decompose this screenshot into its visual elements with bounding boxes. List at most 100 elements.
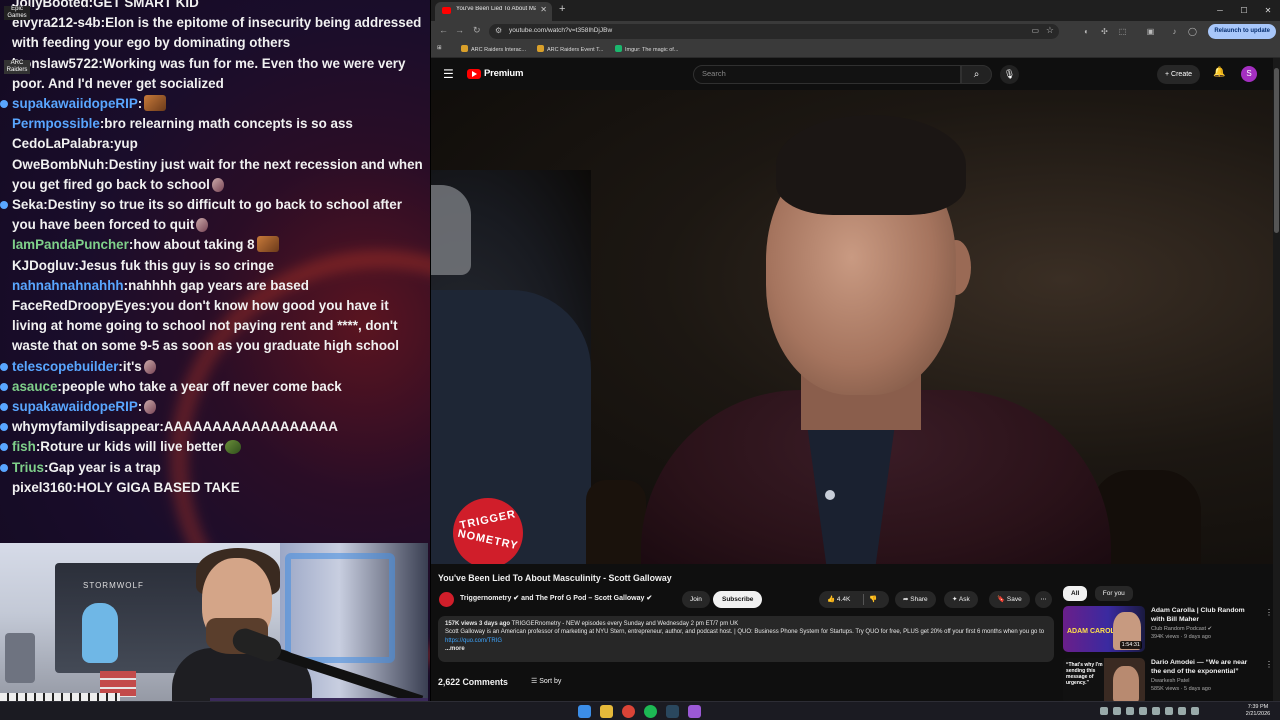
search-input[interactable] [702, 69, 902, 78]
channel-name[interactable]: Triggernometry ✔ and The Prof G Pod – Sc… [460, 594, 652, 602]
media-icon[interactable]: ♪ [1169, 26, 1180, 37]
sort-by-button[interactable]: ☰ Sort by [531, 677, 561, 685]
recommendation-item[interactable]: ADAM CAROLLA 1:54:31 Adam Carolla | Club… [1063, 606, 1273, 656]
recommendation-channel[interactable]: Dwarkesh Patel [1151, 678, 1190, 684]
close-tab-icon[interactable]: ✕ [540, 5, 547, 14]
save-button[interactable]: 🔖 Save [989, 591, 1030, 608]
minimize-icon[interactable]: ─ [1208, 0, 1232, 21]
apps-grid-icon[interactable]: ⊞ [437, 45, 442, 51]
forward-icon[interactable]: → [455, 25, 464, 35]
address-bar[interactable]: ⚙ youtube.com/watch?v=t358IhDjJBw ▭ ☆ [489, 24, 1059, 39]
chat-username[interactable]: OweBombNuh [12, 157, 104, 172]
chat-username[interactable]: IamPandaPuncher [12, 237, 129, 252]
chrome-icon[interactable] [622, 705, 635, 718]
chat-username[interactable]: supakawaiidopeRIP [12, 399, 138, 414]
recommendation-thumbnail[interactable]: ADAM CAROLLA 1:54:31 [1063, 606, 1145, 652]
extensions-puzzle-icon[interactable]: ⬚ [1117, 26, 1128, 37]
reload-icon[interactable]: ↻ [473, 25, 481, 36]
youtube-favicon-icon [442, 7, 451, 14]
channel-avatar[interactable] [439, 592, 454, 607]
profile-icon[interactable]: ◯ [1187, 26, 1198, 37]
app-icon[interactable] [688, 705, 701, 718]
recommendation-thumbnail[interactable]: “That's why I'm sending this message of … [1063, 658, 1145, 701]
chat-username[interactable]: fish [12, 439, 36, 454]
account-avatar[interactable]: S [1241, 66, 1257, 82]
like-button[interactable]: 👍 4.4K [827, 596, 850, 603]
more-actions-icon[interactable]: ⋯ [1035, 591, 1052, 608]
epic-games-icon[interactable]: Epic Games [4, 6, 30, 20]
chip-all[interactable]: All [1063, 586, 1088, 601]
chat-username[interactable]: telescopebuilder [12, 359, 118, 374]
tab-youtube[interactable]: You've Been Lied To About Mas... ✕ [435, 2, 552, 21]
description-body: Scott Galloway is an American professor … [445, 629, 1045, 636]
chat-username[interactable]: pixel3160 [12, 480, 72, 495]
more-options-icon[interactable]: ⋮ [1265, 608, 1273, 617]
join-button[interactable]: Join [682, 591, 710, 608]
arc-raiders-icon[interactable]: ARC Raiders [4, 60, 30, 74]
split-view-icon[interactable]: ▣ [1145, 26, 1156, 37]
clock-date: 2/21/2026 [1245, 711, 1271, 717]
chat-username[interactable]: CedoLaPalabra [12, 136, 110, 151]
chat-username[interactable]: Seka [12, 197, 43, 212]
chat-username[interactable]: whymyfamilydisappear [12, 419, 159, 434]
notifications-bell-icon[interactable]: 🔔 [1213, 67, 1225, 78]
windows-start-icon[interactable] [578, 705, 591, 718]
extension-icon[interactable]: ◐ [1081, 26, 1092, 37]
bookmark-star-icon[interactable]: ☆ [1046, 25, 1054, 36]
scrollbar-thumb[interactable] [1274, 68, 1279, 233]
wifi-icon[interactable] [1165, 707, 1173, 715]
search-button[interactable]: ⌕ [961, 65, 992, 84]
subscribe-button[interactable]: Subscribe [713, 591, 763, 608]
create-label: Create [1171, 71, 1193, 78]
tray-icon[interactable] [1113, 707, 1121, 715]
steam-icon[interactable] [666, 705, 679, 718]
dislike-button[interactable]: 👎 [869, 591, 877, 608]
system-clock[interactable]: 7:39 PM 2/21/2026 [1240, 704, 1276, 718]
chat-text: Roture ur kids will live better [40, 439, 224, 455]
show-more-link[interactable]: ...more [445, 645, 1047, 653]
video-player[interactable]: TRIGGER NOMETRY [431, 90, 1273, 564]
youtube-premium-logo[interactable]: Premium [467, 68, 523, 79]
emote-icon [256, 236, 279, 253]
maximize-icon[interactable]: ☐ [1232, 0, 1256, 21]
extension-2-icon[interactable]: ✣ [1099, 26, 1110, 37]
install-icon[interactable]: ▭ [1031, 26, 1039, 35]
bookmark-item[interactable]: ARC Raiders Interac... [461, 45, 526, 53]
tray-icon[interactable] [1126, 707, 1134, 715]
chip-for-you[interactable]: For you [1094, 586, 1133, 601]
voice-search-button[interactable]: 🎙 [1000, 65, 1019, 84]
chat-username[interactable]: FaceRedDroopyEyes [12, 298, 146, 313]
video-description[interactable]: 157K views 3 days ago TRIGGERnometry - N… [438, 616, 1054, 662]
volume-icon[interactable] [1178, 707, 1186, 715]
chat-username[interactable]: Trius [12, 460, 44, 475]
spotify-icon[interactable] [644, 705, 657, 718]
more-options-icon[interactable]: ⋮ [1265, 660, 1273, 669]
chat-username[interactable]: nahnahnahnahhh [12, 278, 124, 293]
tray-icon[interactable] [1152, 707, 1160, 715]
recommendation-title[interactable]: Dario Amodei — “We are near the end of t… [1151, 659, 1259, 676]
relaunch-button[interactable]: Relaunch to update [1208, 24, 1276, 39]
sparkle-icon: ✦ [952, 596, 959, 603]
description-link[interactable]: https://quo.com/TRIG [445, 638, 502, 644]
recommendation-channel[interactable]: Club Random Podcast ✔ [1151, 626, 1212, 632]
ask-button[interactable]: ✦ Ask [944, 591, 978, 608]
page-scrollbar[interactable] [1273, 58, 1280, 701]
video-speaker-hair [776, 115, 966, 215]
chat-username[interactable]: KJDogluv [12, 258, 75, 273]
site-info-icon[interactable]: ⚙ [495, 26, 502, 35]
battery-icon[interactable] [1191, 707, 1199, 715]
back-icon[interactable]: ← [439, 25, 448, 35]
close-window-icon[interactable]: ✕ [1256, 0, 1280, 21]
bookmark-item[interactable]: ARC Raiders Event T... [537, 45, 603, 53]
tray-icon[interactable] [1139, 707, 1147, 715]
tray-icon[interactable] [1100, 707, 1108, 715]
recommendation-title[interactable]: Adam Carolla | Club Random with Bill Mah… [1151, 607, 1259, 624]
file-explorer-icon[interactable] [600, 705, 613, 718]
bookmark-item[interactable]: Imgur: The magic of... [615, 45, 678, 53]
create-button[interactable]: + Create [1157, 65, 1201, 84]
share-button[interactable]: ➦ Share [895, 591, 936, 608]
chat-username[interactable]: asauce [12, 379, 57, 394]
new-tab-icon[interactable]: + [559, 3, 565, 15]
hamburger-menu-icon[interactable]: ☰ [443, 67, 454, 81]
recommendation-item[interactable]: “That's why I'm sending this message of … [1063, 658, 1273, 701]
